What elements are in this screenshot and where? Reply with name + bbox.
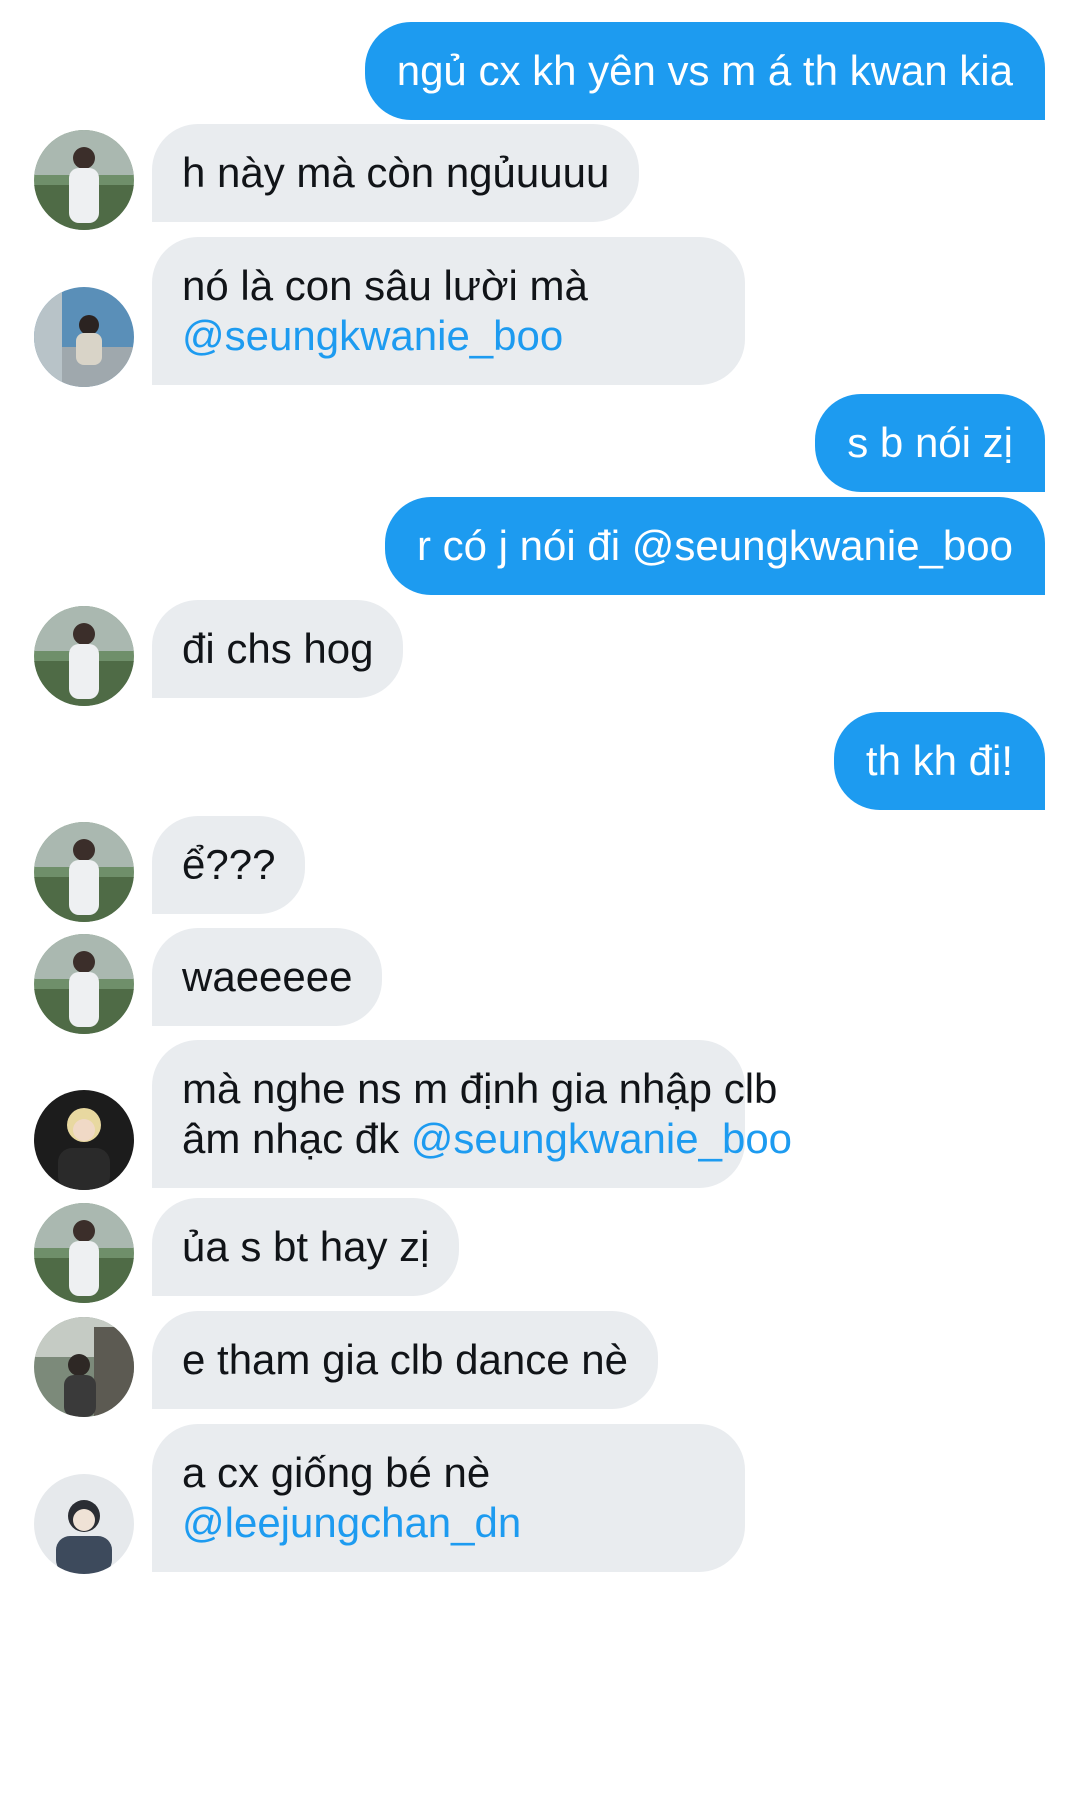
- message-text: mà nghe ns m định gia nhập clb: [182, 1065, 778, 1112]
- message-bubble-incoming[interactable]: ể???: [152, 816, 306, 914]
- message-bubble-incoming[interactable]: đi chs hog: [152, 600, 404, 698]
- avatar-user-c[interactable]: [34, 1090, 134, 1190]
- mention-link[interactable]: @leejungchan_dn: [182, 1498, 715, 1548]
- mention-link[interactable]: @seungkwanie_boo: [632, 522, 1013, 569]
- avatar-user-b[interactable]: [34, 287, 134, 387]
- message-text: r có j nói đi: [416, 522, 632, 569]
- message-bubble-outgoing[interactable]: r có j nói đi @seungkwanie_boo: [384, 497, 1045, 595]
- avatar-user-a[interactable]: [34, 1203, 134, 1303]
- avatar-user-a[interactable]: [34, 822, 134, 922]
- mention-link[interactable]: @seungkwanie_boo: [411, 1115, 792, 1162]
- message-bubble-incoming[interactable]: h này mà còn ngủuuuu: [152, 124, 640, 222]
- message-text: âm nhạc đk: [182, 1115, 411, 1162]
- chat-thread: ngủ cx kh yên vs m á th kwan kia h này m…: [0, 0, 1080, 1798]
- message-bubble-incoming[interactable]: waeeeee: [152, 928, 383, 1026]
- message-text: ngủ cx kh yên vs m á th kwan kia: [396, 47, 1013, 94]
- message-text: s b nói zị: [847, 419, 1013, 466]
- message-bubble-incoming[interactable]: mà nghe ns m định gia nhập clb âm nhạc đ…: [152, 1040, 792, 1188]
- avatar-user-d[interactable]: [34, 1317, 134, 1417]
- message-text: a cx giống bé nè: [182, 1449, 491, 1496]
- message-bubble-incoming[interactable]: ủa s bt hay zị: [152, 1198, 460, 1296]
- avatar-user-a[interactable]: [34, 130, 134, 230]
- message-text: h này mà còn ngủuuuu: [182, 149, 610, 196]
- message-bubble-incoming[interactable]: e tham gia clb dance nè: [152, 1311, 658, 1409]
- message-bubble-outgoing[interactable]: th kh đi!: [833, 712, 1045, 810]
- message-text: ủa s bt hay zị: [182, 1223, 430, 1270]
- message-text: ể???: [182, 841, 276, 888]
- message-text: nó là con sâu lười mà: [182, 262, 588, 309]
- mention-link[interactable]: @seungkwanie_boo: [182, 311, 715, 361]
- avatar-user-a[interactable]: [34, 606, 134, 706]
- message-text: waeeeee: [182, 953, 353, 1000]
- message-bubble-incoming[interactable]: nó là con sâu lười mà @seungkwanie_boo: [152, 237, 745, 385]
- message-bubble-outgoing[interactable]: s b nói zị: [815, 394, 1045, 492]
- message-bubble-incoming[interactable]: a cx giống bé nè @leejungchan_dn: [152, 1424, 745, 1572]
- message-text: th kh đi!: [865, 737, 1013, 784]
- message-text: đi chs hog: [182, 625, 374, 672]
- avatar-user-e[interactable]: [34, 1474, 134, 1574]
- avatar-user-a[interactable]: [34, 934, 134, 1034]
- message-bubble-outgoing[interactable]: ngủ cx kh yên vs m á th kwan kia: [364, 22, 1045, 120]
- message-text: e tham gia clb dance nè: [182, 1336, 628, 1383]
